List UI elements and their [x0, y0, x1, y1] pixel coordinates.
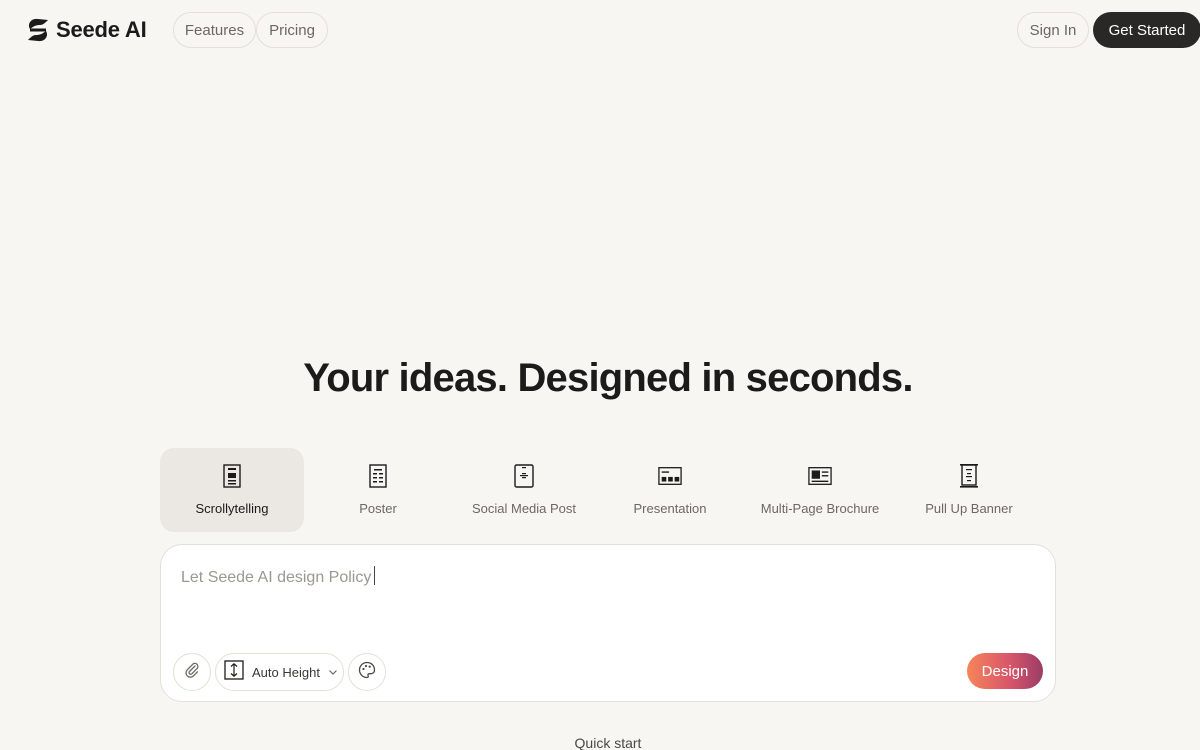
seede-logo-icon: [26, 17, 50, 43]
chevron-down-icon: [328, 663, 338, 681]
height-select[interactable]: Auto Height: [215, 653, 344, 691]
type-tab-label: Multi-Page Brochure: [760, 501, 880, 516]
social-post-icon: [512, 463, 536, 489]
type-tab-pull-up-banner[interactable]: Pull Up Banner: [904, 448, 1034, 532]
type-tab-social-media-post[interactable]: Social Media Post: [452, 448, 596, 532]
type-tab-label: Social Media Post: [471, 501, 577, 516]
style-palette-button[interactable]: [348, 653, 386, 691]
type-tab-multi-page-brochure[interactable]: Multi-Page Brochure: [744, 448, 896, 532]
height-select-value: Auto Height: [252, 664, 320, 680]
height-resize-icon: [224, 659, 244, 685]
type-tab-label: Presentation: [633, 501, 707, 516]
design-button[interactable]: Design: [967, 653, 1043, 689]
type-tab-label: Poster: [359, 501, 397, 516]
text-caret: [374, 566, 376, 585]
poster-icon: [366, 463, 390, 489]
banner-icon: [957, 463, 981, 489]
type-tab-label: Pull Up Banner: [925, 501, 1013, 516]
attach-button[interactable]: [173, 653, 211, 691]
prompt-input[interactable]: Let Seede AI design Policy: [181, 566, 376, 587]
type-tab-presentation[interactable]: Presentation: [598, 448, 742, 532]
type-tab-poster[interactable]: Poster: [306, 448, 450, 532]
paperclip-icon: [184, 662, 200, 683]
type-tab-label: Scrollytelling: [195, 501, 269, 516]
prompt-placeholder: Let Seede AI design Policy: [181, 569, 372, 586]
type-tab-scrollytelling[interactable]: Scrollytelling: [160, 448, 304, 532]
scrollytelling-icon: [220, 463, 244, 489]
sign-in-button[interactable]: Sign In: [1017, 12, 1089, 48]
palette-icon: [358, 661, 376, 684]
presentation-icon: [658, 463, 682, 489]
brand-logo[interactable]: Seede AI: [26, 16, 147, 44]
brochure-icon: [808, 463, 832, 489]
quick-start-heading: Quick start: [574, 735, 642, 750]
brand-name: Seede AI: [56, 17, 147, 42]
prompt-box[interactable]: Let Seede AI design Policy Auto Height D…: [160, 544, 1056, 702]
get-started-button[interactable]: Get Started: [1093, 12, 1200, 48]
nav-features-link[interactable]: Features: [173, 12, 256, 48]
top-nav: Seede AI Features Pricing Sign In Get St…: [0, 0, 1200, 60]
hero-title: Your ideas. Designed in seconds.: [303, 356, 913, 400]
nav-pricing-link[interactable]: Pricing: [256, 12, 328, 48]
